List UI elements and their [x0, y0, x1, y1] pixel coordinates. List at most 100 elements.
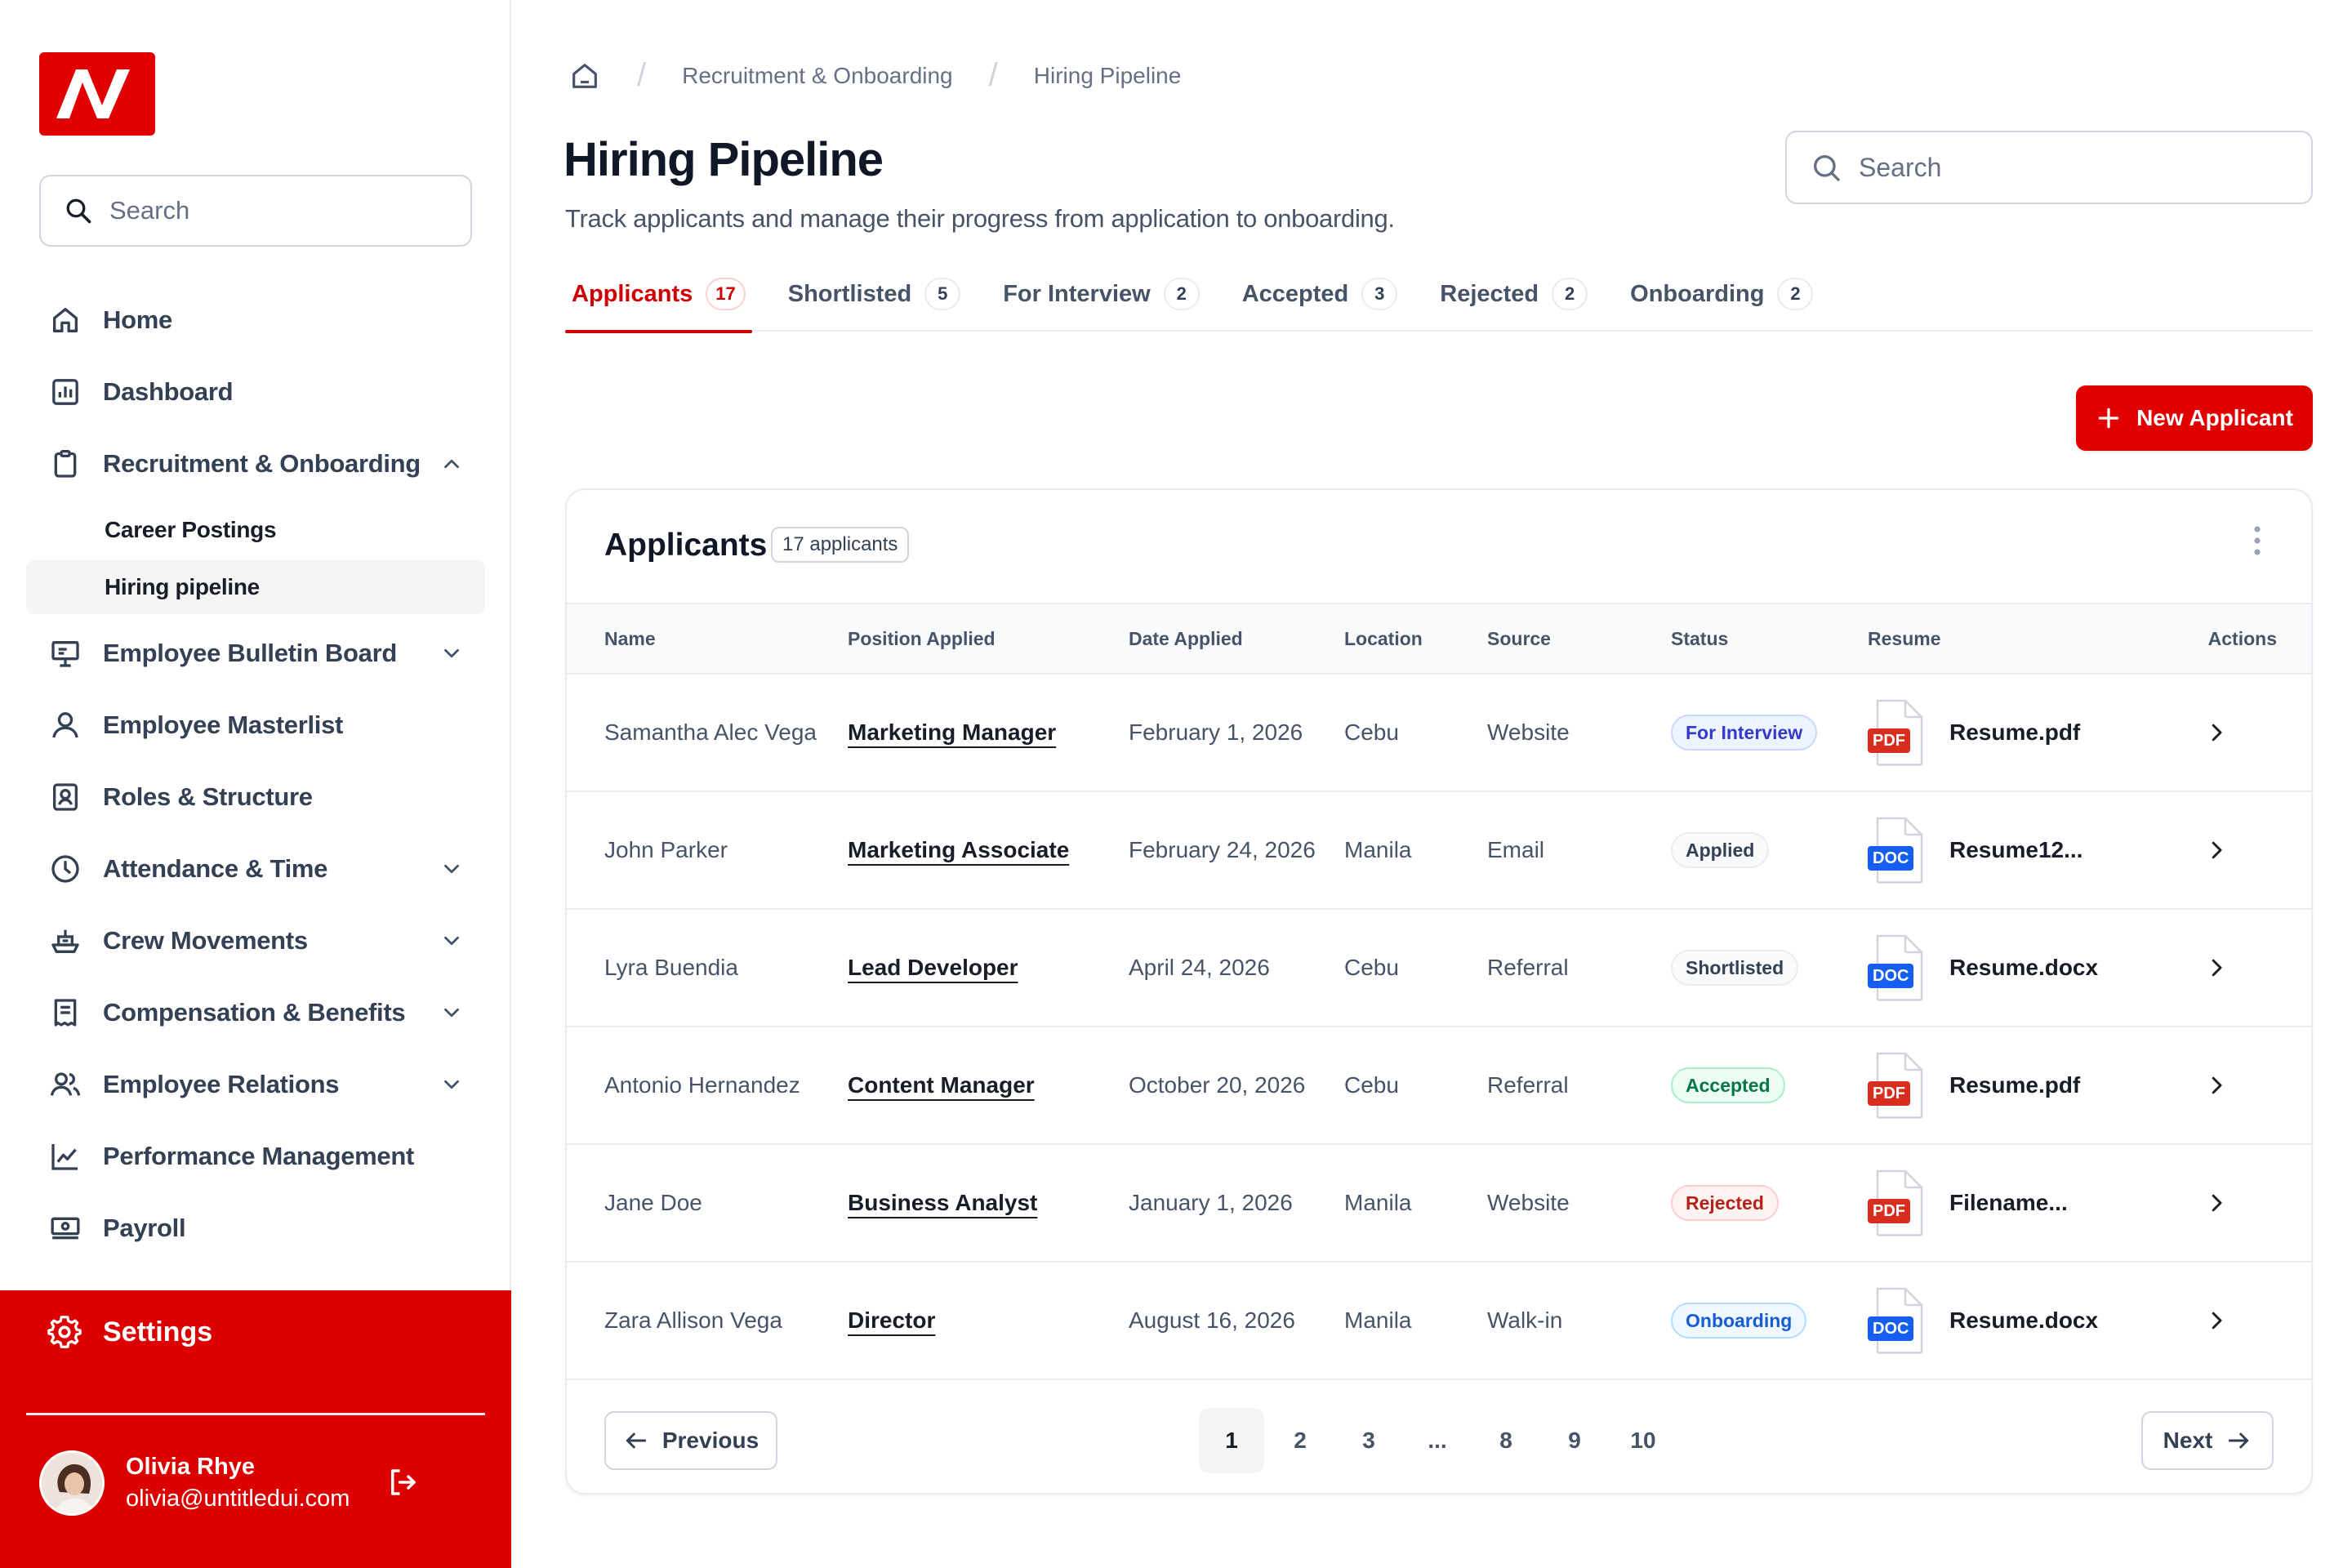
- resume-cell: DOC Resume.docx: [1868, 1262, 2162, 1379]
- tab-count: 5: [924, 278, 961, 310]
- user-profile[interactable]: Olivia Rhye olivia@untitledui.com: [39, 1450, 350, 1516]
- sidebar-item-employee-relations[interactable]: Employee Relations: [26, 1049, 485, 1120]
- column-header-resume[interactable]: Resume: [1868, 604, 2162, 674]
- resume-file[interactable]: DOC Resume.docx: [1868, 934, 2162, 1001]
- sidebar-item-bulletin-board[interactable]: Employee Bulletin Board: [26, 617, 485, 689]
- breadcrumb-separator: /: [637, 57, 647, 93]
- column-header-location[interactable]: Location: [1344, 604, 1487, 674]
- position-cell: Director: [848, 1262, 1129, 1379]
- sidebar-item-crew-movements[interactable]: Crew Movements: [26, 905, 485, 977]
- chevron-right-icon[interactable]: [2204, 1308, 2311, 1333]
- resume-file[interactable]: PDF Filename...: [1868, 1169, 2162, 1236]
- file-type-tag: DOC: [1868, 1316, 1914, 1341]
- file-type-tag: DOC: [1868, 964, 1914, 988]
- sidebar-subitem-career-postings[interactable]: Career Postings: [26, 503, 485, 557]
- tab-for-interview[interactable]: For Interview 2: [996, 273, 1206, 332]
- sidebar-item-recruitment[interactable]: Recruitment & Onboarding: [26, 428, 485, 500]
- tab-applicants[interactable]: Applicants 17: [565, 273, 752, 333]
- sidebar-item-attendance[interactable]: Attendance & Time: [26, 833, 485, 905]
- page-number[interactable]: 2: [1267, 1408, 1333, 1473]
- sidebar-item-roles[interactable]: Roles & Structure: [26, 761, 485, 833]
- page-number[interactable]: 1: [1199, 1408, 1264, 1473]
- next-button[interactable]: Next: [2141, 1411, 2274, 1470]
- ship-icon: [47, 923, 83, 959]
- tab-rejected[interactable]: Rejected 2: [1433, 273, 1594, 332]
- more-options-icon[interactable]: [2251, 524, 2264, 557]
- breadcrumb-hiring-pipeline[interactable]: Hiring Pipeline: [1034, 63, 1182, 89]
- page-number[interactable]: 3: [1336, 1408, 1401, 1473]
- table-row[interactable]: John Parker Marketing Associate February 2…: [567, 791, 2311, 909]
- source: Email: [1487, 837, 1545, 862]
- page-number[interactable]: 9: [1542, 1408, 1607, 1473]
- page-number[interactable]: 10: [1610, 1408, 1676, 1473]
- position-link[interactable]: Marketing Manager: [848, 719, 1056, 745]
- new-applicant-label: New Applicant: [2136, 405, 2293, 430]
- resume-file[interactable]: PDF Resume.pdf: [1868, 1052, 2162, 1119]
- source: Referral: [1487, 1072, 1569, 1098]
- new-applicant-button[interactable]: New Applicant: [2076, 385, 2313, 451]
- date-applied: February 24, 2026: [1129, 837, 1316, 862]
- receipt-icon: [47, 995, 83, 1031]
- previous-button[interactable]: Previous: [604, 1411, 777, 1470]
- tab-onboarding[interactable]: Onboarding 2: [1624, 273, 1820, 332]
- tab-accepted[interactable]: Accepted 3: [1236, 273, 1405, 332]
- chevron-right-icon[interactable]: [2204, 1191, 2311, 1215]
- column-header-position[interactable]: Position Applied: [848, 604, 1129, 674]
- source: Website: [1487, 1190, 1570, 1215]
- resume-cell: DOC Resume.docx: [1868, 909, 2162, 1027]
- resume-cell: PDF Resume.pdf: [1868, 674, 2162, 791]
- resume-file[interactable]: PDF Resume.pdf: [1868, 699, 2162, 766]
- position-link[interactable]: Lead Developer: [848, 955, 1018, 980]
- table-row[interactable]: Jane Doe Business Analyst January 1, 2026 M…: [567, 1144, 2311, 1262]
- page-number[interactable]: 8: [1473, 1408, 1539, 1473]
- table-row[interactable]: Samantha Alec Vega Marketing Manager Febru…: [567, 674, 2311, 791]
- sidebar-item-masterlist[interactable]: Employee Masterlist: [26, 689, 485, 761]
- chevron-down-icon[interactable]: [439, 1072, 464, 1097]
- chevron-down-icon[interactable]: [439, 641, 464, 666]
- sidebar-item-compensation[interactable]: Compensation & Benefits: [26, 977, 485, 1049]
- chevron-down-icon[interactable]: [439, 929, 464, 953]
- tab-label: Rejected: [1440, 281, 1539, 307]
- search-input[interactable]: Search: [1785, 131, 2313, 204]
- column-header-date[interactable]: Date Applied: [1129, 604, 1344, 674]
- tab-shortlisted[interactable]: Shortlisted 5: [782, 273, 967, 332]
- file-icon: PDF: [1868, 1169, 1927, 1236]
- chevron-right-icon[interactable]: [2204, 1073, 2311, 1098]
- position-link[interactable]: Director: [848, 1307, 935, 1333]
- home-icon[interactable]: [568, 60, 601, 92]
- position-link[interactable]: Marketing Associate: [848, 837, 1069, 862]
- app-logo[interactable]: [39, 52, 155, 136]
- sidebar-subitem-hiring-pipeline[interactable]: Hiring pipeline: [26, 560, 485, 614]
- sidebar-item-payroll[interactable]: Payroll: [26, 1192, 485, 1264]
- sidebar-item-label: Compensation & Benefits: [103, 998, 406, 1027]
- sidebar-item-label: Performance Management: [103, 1142, 415, 1170]
- column-header-status[interactable]: Status: [1671, 604, 1868, 674]
- column-header-name[interactable]: Name: [567, 604, 848, 674]
- position-link[interactable]: Content Manager: [848, 1072, 1035, 1098]
- sidebar-item-performance[interactable]: Performance Management: [26, 1120, 485, 1192]
- sidebar-item-dashboard[interactable]: Dashboard: [26, 356, 485, 428]
- status-cell: Rejected: [1671, 1144, 1868, 1262]
- status-badge: Applied: [1671, 832, 1770, 868]
- column-header-source[interactable]: Source: [1487, 604, 1671, 674]
- resume-file[interactable]: DOC Resume12...: [1868, 817, 2162, 884]
- sidebar-item-home[interactable]: Home: [26, 284, 485, 356]
- chevron-up-icon[interactable]: [439, 452, 464, 476]
- chevron-right-icon[interactable]: [2204, 956, 2311, 980]
- table-row[interactable]: Zara Allison Vega Director August 16, 2026…: [567, 1262, 2311, 1379]
- chevron-right-icon[interactable]: [2204, 720, 2311, 745]
- chevron-down-icon[interactable]: [439, 857, 464, 881]
- chevron-down-icon[interactable]: [439, 1000, 464, 1025]
- sidebar-nav: Home Dashboard Recruitment & Onboarding …: [26, 284, 485, 1264]
- breadcrumb-recruitment[interactable]: Recruitment & Onboarding: [682, 63, 953, 89]
- logout-icon[interactable]: [385, 1465, 420, 1499]
- sidebar-search[interactable]: Search: [39, 175, 472, 247]
- status-badge: Rejected: [1671, 1185, 1779, 1221]
- breadcrumb-separator: /: [988, 57, 998, 93]
- chevron-right-icon[interactable]: [2204, 838, 2311, 862]
- resume-file[interactable]: DOC Resume.docx: [1868, 1287, 2162, 1354]
- position-link[interactable]: Business Analyst: [848, 1190, 1037, 1215]
- table-row[interactable]: Antonio Hernandez Content Manager October …: [567, 1027, 2311, 1144]
- settings-button[interactable]: Settings: [46, 1313, 212, 1351]
- table-row[interactable]: Lyra Buendia Lead Developer April 24, 2026…: [567, 909, 2311, 1027]
